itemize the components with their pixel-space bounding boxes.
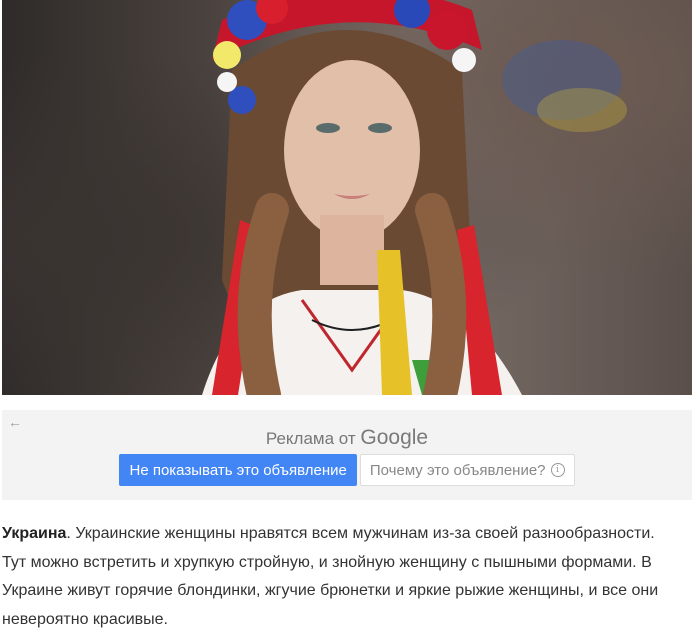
ad-buttons: Не показывать это объявление Почему это … — [2, 454, 692, 486]
hide-ad-button[interactable]: Не показывать это объявление — [119, 454, 357, 486]
ad-title: Реклама от Google — [2, 426, 692, 450]
why-this-ad-label: Почему это объявление? — [369, 461, 546, 479]
ad-title-prefix: Реклама от — [265, 429, 356, 448]
ad-feedback-panel: ← Реклама от Google Не показывать это об… — [2, 410, 692, 500]
portrait-illustration — [202, 0, 627, 395]
why-this-ad-button[interactable]: Почему это объявление? i — [359, 454, 575, 486]
info-icon: i — [550, 463, 565, 477]
article-paragraph: Украина. Украинские женщины нравятся все… — [2, 520, 682, 634]
google-logo-text: Google — [360, 426, 429, 449]
article-body: . Украинские женщины нравятся всем мужчи… — [2, 525, 659, 628]
portrait-photo — [2, 0, 692, 395]
article-heading: Украина — [2, 525, 67, 542]
